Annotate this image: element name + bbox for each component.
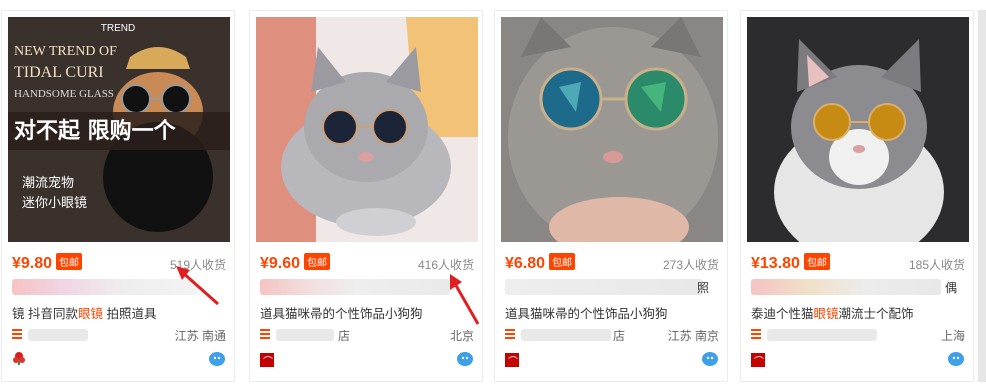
shop-name-tail: 店 (613, 329, 626, 343)
tmall-badge-icon: ⌒ (260, 353, 274, 368)
wangwang-chat-icon[interactable] (701, 351, 719, 367)
annotation-arrow-icon (450, 274, 480, 325)
product-image[interactable] (501, 17, 723, 242)
product-card[interactable]: ¥13.80 包邮 185人收货 偶 泰迪个性猫眼镜潮流士个配饰 上海 ⌒ (740, 10, 974, 382)
image-headline-3: HANDSOME GLASS (14, 88, 114, 100)
redacted-shop-name (276, 329, 334, 341)
shop-row: 江苏 南通 (12, 327, 226, 345)
price-row: ¥13.80 包邮 185人收货 (751, 253, 965, 275)
flower-badge-icon (13, 352, 25, 365)
product-card[interactable]: ¥6.80 包邮 273人收货 照 道具猫咪帚的个性饰品小狗狗 店 江苏 南京 ⌒ (494, 10, 728, 382)
redacted-shop-name (28, 329, 88, 341)
redacted-title-line (505, 279, 703, 295)
shop-name-tail: 店 (338, 329, 351, 343)
image-sub-2: 迷你小眼镜 (22, 196, 87, 211)
image-headline-1: NEW TREND OF (14, 44, 117, 59)
shop-row: 店 江苏 南京 (505, 327, 719, 345)
price: ¥6.80 (505, 255, 546, 272)
sales-count: 185人收货 (908, 258, 965, 272)
price-row: ¥6.80 包邮 273人收货 (505, 253, 719, 275)
shop-icon (505, 329, 515, 341)
badge-row (12, 351, 226, 371)
redacted-shop-name (521, 329, 611, 341)
product-image[interactable]: TREND NEW TREND OF TIDAL CURI HANDSOME G… (8, 17, 230, 242)
badge-row: ⌒ (505, 351, 719, 371)
wangwang-chat-icon[interactable] (456, 351, 474, 367)
redacted-title-line (260, 279, 450, 295)
price: ¥9.80 (12, 255, 53, 272)
badge-row: ⌒ (751, 351, 965, 371)
location: 江苏 南通 (174, 329, 226, 343)
product-title[interactable]: 道具猫咪帚的个性饰品小狗狗 (505, 303, 719, 322)
next-card-edge (978, 10, 986, 382)
title-fragment: 偶 (945, 281, 958, 295)
shop-icon (260, 329, 270, 341)
wangwang-chat-icon[interactable] (947, 351, 965, 367)
free-shipping-badge: 包邮 (304, 253, 331, 270)
product-card[interactable]: TREND NEW TREND OF TIDAL CURI HANDSOME G… (1, 10, 235, 382)
location: 江苏 南京 (667, 329, 719, 343)
image-trend-text: TREND (101, 23, 135, 34)
product-grid: TREND NEW TREND OF TIDAL CURI HANDSOME G… (0, 0, 986, 386)
product-image[interactable] (747, 17, 969, 242)
free-shipping-badge: 包邮 (803, 253, 830, 270)
location: 上海 (940, 329, 965, 343)
tmall-badge-icon: ⌒ (751, 353, 765, 368)
shop-icon (12, 329, 22, 341)
title-fragment: 照 (697, 281, 710, 295)
redacted-title-line (751, 279, 941, 295)
badge-row: ⌒ (260, 351, 474, 371)
price: ¥13.80 (751, 255, 800, 272)
wangwang-chat-icon[interactable] (208, 351, 226, 367)
shop-icon (751, 329, 761, 341)
image-headline-2: TIDAL CURI (14, 64, 104, 81)
image-banner-text: 对不起 限购一个 (14, 118, 177, 144)
image-sub-1: 潮流宠物 (22, 175, 74, 191)
annotation-arrow-icon (176, 266, 219, 306)
free-shipping-badge: 包邮 (549, 253, 576, 270)
sales-count: 273人收货 (662, 258, 719, 272)
free-shipping-badge: 包邮 (56, 253, 83, 270)
shop-row: 上海 (751, 327, 965, 345)
product-image[interactable] (256, 17, 478, 242)
tmall-badge-icon: ⌒ (505, 353, 519, 368)
product-title[interactable]: 泰迪个性猫眼镜潮流士个配饰 (751, 303, 965, 322)
price: ¥9.60 (260, 255, 301, 272)
redacted-shop-name (767, 329, 877, 341)
